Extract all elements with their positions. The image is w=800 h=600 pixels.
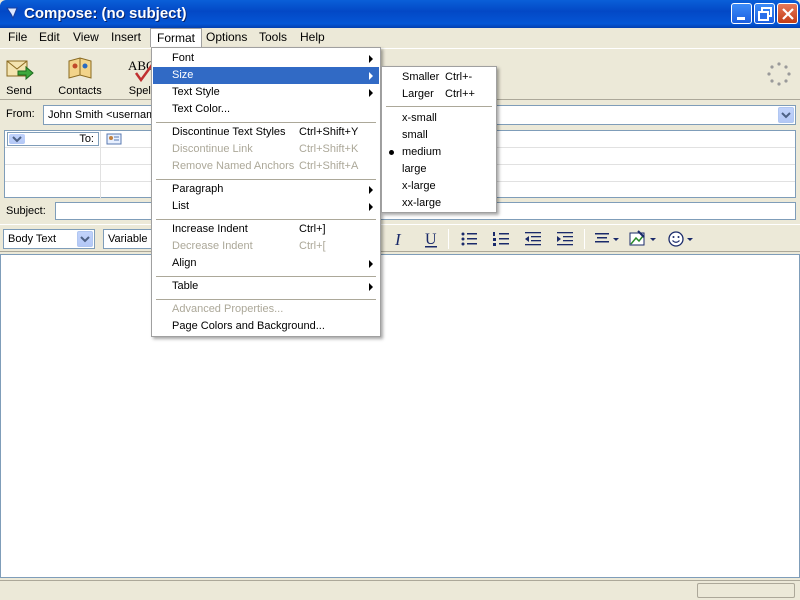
status-bar [0, 580, 800, 600]
menu-item-discontinue-link: Discontinue Link Ctrl+Shift+K [172, 143, 359, 155]
underline-icon[interactable]: U [420, 229, 442, 249]
font-value: Variable [108, 233, 148, 245]
submenu-arrow-icon [369, 55, 373, 63]
format-menu: Font Size Text Style Text Color... Disco… [151, 47, 381, 337]
menu-item-size-small[interactable]: small [383, 127, 495, 144]
menu-item-text-style[interactable]: Text Style [153, 84, 379, 101]
menu-help[interactable]: Help [294, 28, 331, 47]
send-icon [6, 60, 34, 81]
menu-edit[interactable]: Edit [33, 28, 66, 47]
menu-separator [156, 122, 376, 123]
menu-item-page-colors[interactable]: Page Colors and Background... [153, 318, 379, 335]
align-menu-icon[interactable] [592, 229, 622, 249]
address-book-icon [68, 57, 92, 79]
contacts-label: Contacts [58, 85, 102, 97]
numbered-list-icon[interactable] [490, 229, 512, 249]
paragraph-style-value: Body Text [8, 233, 57, 245]
smiley-menu-icon[interactable] [666, 229, 696, 249]
menu-separator [156, 299, 376, 300]
send-label: Send [6, 85, 32, 97]
menu-item-table[interactable]: Table [153, 278, 379, 295]
chevron-down-icon[interactable] [778, 107, 794, 123]
chevron-down-icon[interactable] [9, 134, 25, 144]
size-submenu: Smaller Ctrl+- Larger Ctrl++ x-small small… [381, 66, 497, 213]
close-icon [782, 8, 794, 20]
svg-text:I: I [394, 230, 402, 249]
from-label: From: [6, 108, 35, 120]
toolbar-separator [448, 229, 449, 249]
paragraph-style-select[interactable]: Body Text [3, 229, 95, 249]
restore-icon [758, 7, 772, 21]
menu-item-increase-indent[interactable]: Increase Indent Ctrl+] [153, 221, 379, 238]
submenu-arrow-icon [369, 72, 373, 80]
submenu-arrow-icon [369, 89, 373, 97]
menu-item-paragraph[interactable]: Paragraph [153, 181, 379, 198]
svg-text:U: U [425, 231, 437, 248]
menu-separator [156, 276, 376, 277]
minimize-button[interactable] [731, 3, 752, 24]
bullet-list-icon[interactable] [458, 229, 480, 249]
contact-card-icon [106, 133, 122, 145]
menu-item-smaller[interactable]: Smaller Ctrl+- [383, 69, 495, 86]
menu-separator [156, 179, 376, 180]
menu-item-align[interactable]: Align [153, 255, 379, 272]
menu-item-size-xx-large[interactable]: xx-large [383, 195, 495, 212]
menu-item-size-x-small[interactable]: x-small [383, 110, 495, 127]
submenu-arrow-icon [369, 186, 373, 194]
menu-item-text-color[interactable]: Text Color... [153, 101, 379, 118]
menu-tools[interactable]: Tools [253, 28, 293, 47]
window-title: Compose: (no subject) [24, 5, 187, 22]
menu-separator [386, 106, 492, 107]
status-progress-panel [697, 583, 795, 598]
format-toolbar: Body Text Variable I U [0, 224, 800, 252]
menu-item-font[interactable]: Font [153, 50, 379, 67]
maximize-button[interactable] [754, 3, 775, 24]
activity-throbber-icon [767, 62, 791, 86]
selected-radio-bullet-icon [389, 150, 394, 155]
menu-bar: File Edit View Insert Format Options Too… [0, 28, 800, 47]
toolbar-separator [584, 229, 585, 249]
menu-item-size-large[interactable]: large [383, 161, 495, 178]
title-bar: Compose: (no subject) [0, 0, 800, 28]
chevron-down-icon[interactable] [77, 231, 93, 247]
contacts-button[interactable]: Contacts [56, 53, 104, 97]
recipient-type-select[interactable]: To: [7, 132, 99, 146]
menu-format[interactable]: Format [150, 28, 203, 47]
from-value: John Smith <usernam [48, 109, 156, 121]
message-body-editor[interactable] [0, 254, 800, 578]
close-button[interactable] [777, 3, 798, 24]
minimize-icon [737, 17, 745, 20]
spell-label: Spell [128, 85, 154, 97]
insert-object-menu-icon[interactable] [628, 229, 660, 249]
italic-icon[interactable]: I [388, 229, 410, 249]
menu-insert[interactable]: Insert [105, 28, 147, 47]
menu-options[interactable]: Options [200, 28, 253, 47]
menu-item-remove-named-anchors: Remove Named Anchors Ctrl+Shift+A [172, 160, 359, 172]
submenu-arrow-icon [369, 283, 373, 291]
menu-item-discontinue-text-styles[interactable]: Discontinue Text Styles Ctrl+Shift+Y [153, 124, 379, 141]
compose-app-icon [6, 7, 18, 20]
to-label: To: [79, 133, 94, 145]
menu-item-size-medium[interactable]: medium [383, 144, 495, 161]
send-button[interactable]: Send [2, 53, 36, 97]
menu-file[interactable]: File [2, 28, 33, 47]
menu-item-advanced-properties: Advanced Properties... [172, 303, 284, 315]
indent-icon[interactable] [554, 229, 576, 249]
menu-item-size[interactable]: Size [153, 67, 379, 84]
menu-item-larger[interactable]: Larger Ctrl++ [383, 86, 495, 103]
recipient-type-cell: To: [5, 131, 101, 148]
submenu-arrow-icon [369, 260, 373, 268]
subject-label: Subject: [6, 205, 46, 217]
menu-item-size-x-large[interactable]: x-large [383, 178, 495, 195]
menu-view[interactable]: View [67, 28, 105, 47]
menu-item-decrease-indent: Decrease Indent Ctrl+[ [172, 240, 326, 252]
outdent-icon[interactable] [522, 229, 544, 249]
menu-item-list[interactable]: List [153, 198, 379, 215]
menu-separator [156, 219, 376, 220]
submenu-arrow-icon [369, 203, 373, 211]
